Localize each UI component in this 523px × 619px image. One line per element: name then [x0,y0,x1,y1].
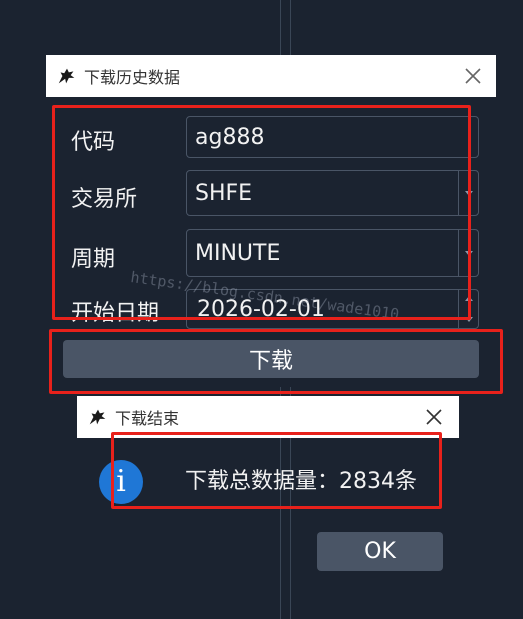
close-icon[interactable] [464,67,482,85]
chevron-down-icon[interactable] [465,317,473,322]
chevron-down-icon[interactable] [458,171,478,215]
exchange-label: 交易所 [71,187,138,212]
interval-select[interactable]: MINUTE [186,229,479,277]
chevron-up-icon[interactable] [465,296,473,301]
start-date-label: 开始日期 [71,301,160,326]
interval-value: MINUTE [195,240,281,266]
code-input[interactable]: ag888 [186,116,479,158]
exchange-value: SHFE [195,180,253,206]
app-logo-icon [89,409,106,425]
chevron-down-icon[interactable] [458,230,478,276]
ok-button[interactable]: OK [317,532,443,571]
code-label: 代码 [71,130,116,155]
info-icon: i [99,460,143,504]
result-dialog-title: 下载结束 [115,409,180,428]
result-dialog-titlebar: 下载结束 [77,396,459,438]
exchange-select[interactable]: SHFE [186,170,479,216]
interval-label: 周期 [71,247,116,272]
download-dialog-title: 下载历史数据 [84,68,181,87]
result-message: 下载总数据量：2834条 [185,469,417,494]
close-icon[interactable] [425,408,443,426]
app-logo-icon [58,68,75,84]
date-spinner[interactable] [458,290,478,328]
download-dialog-titlebar: 下载历史数据 [46,55,496,97]
code-value: ag888 [195,124,265,150]
download-button[interactable]: 下载 [63,340,479,378]
